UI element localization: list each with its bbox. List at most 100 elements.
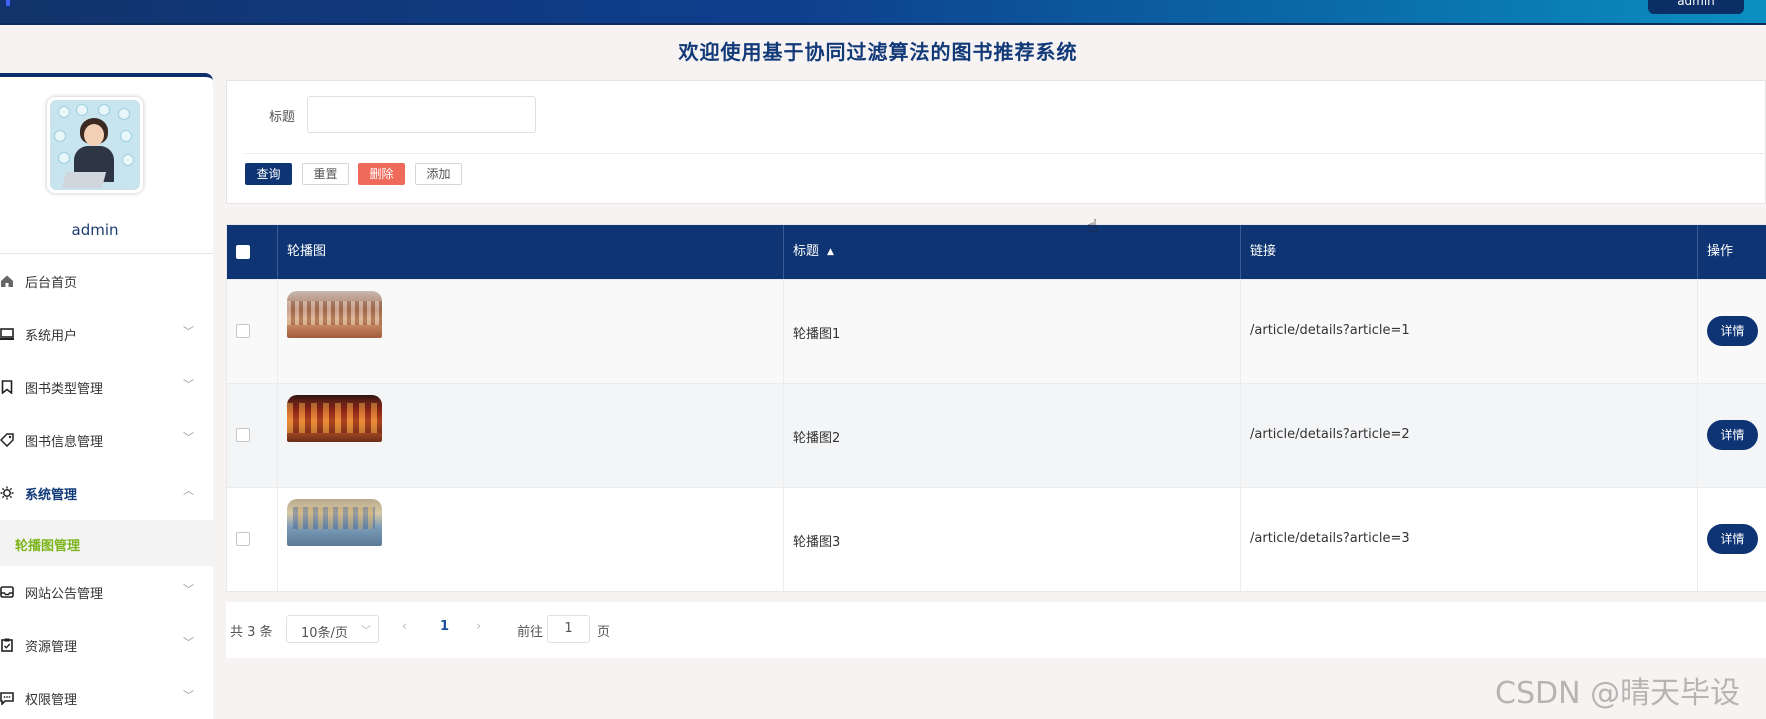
pagination-total: 共 3 条 — [230, 625, 273, 640]
sidebar-username: admin — [71, 221, 119, 239]
next-page-icon[interactable]: › — [476, 619, 481, 634]
chevron-down-icon: ﹀ — [183, 689, 194, 702]
row-link-cell: /article/details?article=2 — [1241, 384, 1698, 488]
sidebar-item-permissions[interactable]: 权限管理 ﹀ — [0, 672, 213, 719]
row-title-cell: 轮播图1 — [784, 280, 1241, 384]
sidebar-item-system-management[interactable]: 系统管理 ︿ — [0, 467, 213, 520]
chevron-down-icon: ﹀ — [361, 626, 371, 637]
sidebar-item-label: 图书信息管理 — [25, 435, 104, 450]
row-operation-cell: 详情 — [1698, 488, 1766, 592]
chevron-down-icon: ﹀ — [183, 378, 194, 391]
sidebar: admin 后台首页 系统用户 ﹀ 图书类型管理 ﹀ 图书信息管理 ﹀ 系统管理… — [0, 73, 213, 719]
table-header: 轮播图 标题 ▲ 链接 操作 — [227, 225, 1766, 279]
avatar[interactable] — [47, 97, 143, 193]
chat-icon — [0, 692, 14, 705]
detail-button[interactable]: 详情 — [1707, 420, 1758, 450]
sidebar-item-system-users[interactable]: 系统用户 ﹀ — [0, 308, 213, 361]
page-size-value: 10条/页 — [301, 626, 348, 641]
row-link: /article/details?article=2 — [1250, 427, 1410, 442]
form-divider — [245, 153, 1766, 154]
sort-icon[interactable]: ▲ — [827, 225, 834, 279]
detail-button[interactable]: 详情 — [1707, 524, 1758, 554]
home-icon — [1, 275, 13, 287]
sidebar-item-label: 权限管理 — [25, 693, 78, 708]
add-button[interactable]: 添加 — [415, 163, 462, 185]
bookmark-icon — [1, 380, 13, 394]
detail-button[interactable]: 详情 — [1707, 316, 1758, 346]
sidebar-item-announcements[interactable]: 网站公告管理 ﹀ — [0, 566, 213, 619]
carousel-thumbnail[interactable] — [287, 395, 382, 442]
row-checkbox[interactable] — [236, 324, 250, 338]
row-title: 轮播图3 — [793, 535, 841, 550]
row-title: 轮播图1 — [793, 327, 841, 342]
row-link-cell: /article/details?article=1 — [1241, 280, 1698, 384]
header-title-label: 标题 — [793, 244, 820, 259]
header-image-label: 轮播图 — [287, 244, 327, 259]
row-select-cell — [227, 488, 278, 592]
title-filter-label: 标题 — [269, 110, 296, 125]
carousel-table: 轮播图 标题 ▲ 链接 操作 轮播图1 /article/details?art… — [226, 224, 1766, 592]
chevron-up-icon: ︿ — [183, 484, 194, 497]
table-row: 轮播图3 /article/details?article=3 详情 — [227, 487, 1766, 592]
sidebar-subitem-carousel[interactable]: 轮播图管理 — [0, 520, 213, 566]
clipboard-icon — [1, 638, 13, 652]
header-title[interactable]: 标题 ▲ — [784, 225, 1241, 279]
search-form: 标题 查询 重置 删除 添加 — [226, 80, 1766, 204]
goto-label: 前往 — [517, 625, 544, 640]
row-image-cell — [278, 488, 784, 592]
tag-icon — [0, 433, 14, 447]
row-link: /article/details?article=3 — [1250, 531, 1410, 546]
row-operation-cell: 详情 — [1698, 384, 1766, 488]
sidebar-item-label: 系统管理 — [25, 488, 78, 503]
row-image-cell — [278, 384, 784, 488]
header-link: 链接 — [1241, 225, 1698, 279]
table-row: 轮播图1 /article/details?article=1 详情 — [227, 279, 1766, 384]
page-size-select[interactable]: 10条/页 ﹀ — [286, 615, 379, 643]
site-title-text: 欢迎使用基于协同过滤算法的图书推荐系统 — [678, 40, 1078, 64]
row-select-cell — [227, 384, 278, 488]
mouse-cursor-icon: ☝ — [1087, 216, 1098, 237]
sidebar-item-label: 图书类型管理 — [25, 382, 104, 397]
top-bar-marker — [6, 0, 10, 6]
sidebar-item-label: 后台首页 — [25, 276, 78, 291]
reset-button[interactable]: 重置 — [302, 163, 349, 185]
prev-page-icon[interactable]: ‹ — [402, 619, 407, 634]
row-link: /article/details?article=1 — [1250, 323, 1410, 338]
chevron-down-icon: ﹀ — [183, 583, 194, 596]
watermark: CSDN @晴天毕设 — [1495, 676, 1741, 711]
sidebar-item-label: 系统用户 — [25, 329, 78, 344]
query-button[interactable]: 查询 — [245, 163, 292, 185]
sidebar-item-label: 网站公告管理 — [25, 587, 104, 602]
header-operation-label: 操作 — [1707, 244, 1734, 259]
monitor-icon — [0, 328, 14, 340]
sidebar-item-resources[interactable]: 资源管理 ﹀ — [0, 619, 213, 672]
sidebar-item-book-info[interactable]: 图书信息管理 ﹀ — [0, 414, 213, 467]
goto-page-unit: 页 — [597, 625, 611, 640]
carousel-thumbnail[interactable] — [287, 499, 382, 546]
row-title-cell: 轮播图3 — [784, 488, 1241, 592]
sidebar-item-home[interactable]: 后台首页 — [0, 255, 213, 308]
sidebar-item-label: 资源管理 — [25, 640, 78, 655]
row-select-cell — [227, 280, 278, 384]
header-image: 轮播图 — [278, 225, 784, 279]
chevron-down-icon: ﹀ — [183, 431, 194, 444]
site-title: 欢迎使用基于协同过滤算法的图书推荐系统 — [0, 36, 1766, 65]
inbox-icon — [0, 586, 14, 598]
title-search-input[interactable] — [307, 96, 536, 133]
pagination: 共 3 条 10条/页 ﹀ ‹ 1 › 前往 1 页 — [226, 602, 1766, 658]
row-checkbox[interactable] — [236, 428, 250, 442]
select-all-checkbox[interactable] — [236, 245, 250, 259]
chevron-down-icon: ﹀ — [183, 636, 194, 649]
row-checkbox[interactable] — [236, 532, 250, 546]
sidebar-item-book-types[interactable]: 图书类型管理 ﹀ — [0, 361, 213, 414]
user-menu-button[interactable]: admin — [1648, 0, 1744, 14]
row-operation-cell: 详情 — [1698, 280, 1766, 384]
row-title: 轮播图2 — [793, 431, 841, 446]
goto-page-input[interactable]: 1 — [547, 615, 590, 643]
page-number-current[interactable]: 1 — [440, 619, 449, 634]
sidebar-subitem-label: 轮播图管理 — [15, 539, 81, 554]
top-bar: admin — [0, 0, 1766, 25]
carousel-thumbnail[interactable] — [287, 291, 382, 338]
delete-button[interactable]: 删除 — [358, 163, 405, 185]
header-operation: 操作 — [1698, 225, 1766, 279]
